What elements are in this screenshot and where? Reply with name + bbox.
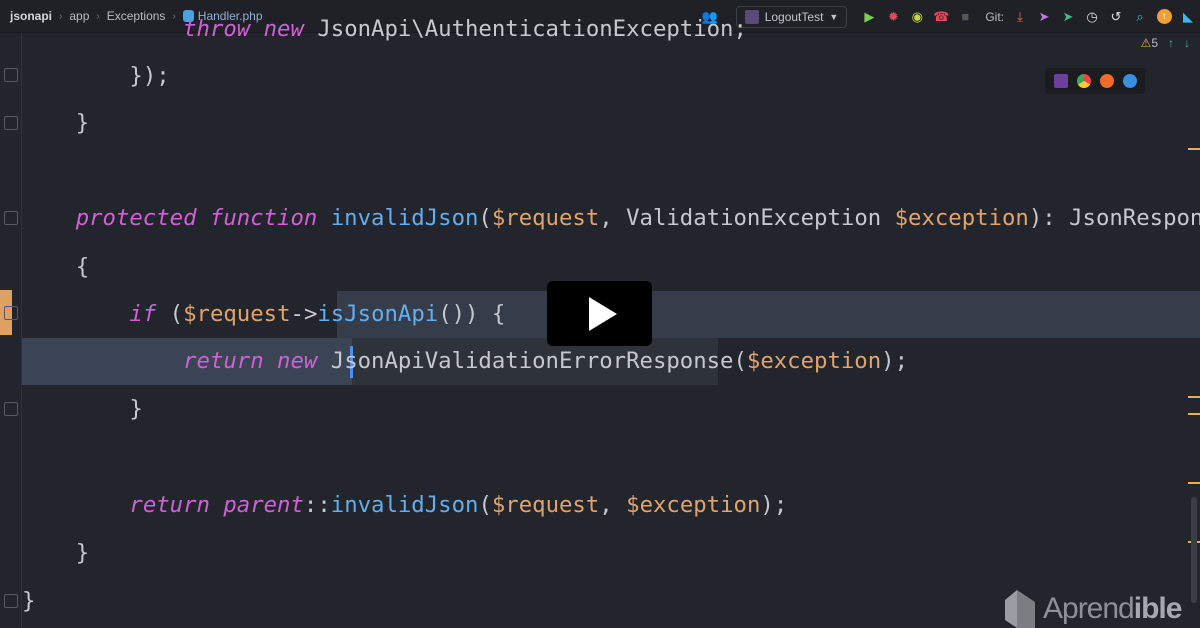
fold-icon[interactable]	[4, 402, 18, 416]
code-token: return new	[183, 348, 331, 374]
code-token: $exception	[894, 205, 1029, 231]
code-token: (	[478, 205, 492, 231]
plugin-icon[interactable]: ◣	[1176, 5, 1200, 29]
code-token: , ValidationException	[599, 205, 895, 231]
code-token: ): JsonResponse	[1028, 205, 1200, 231]
code-line[interactable]: }	[76, 538, 89, 568]
code-token: }	[75, 540, 90, 566]
code-token: }	[75, 110, 90, 136]
breadcrumb-exceptions[interactable]: Exceptions	[107, 9, 166, 23]
warning-icon: ⚠5	[1140, 36, 1158, 50]
code-line[interactable]: return new JsonApiValidationErrorRespons…	[183, 346, 908, 376]
history-icon[interactable]: ◷	[1080, 5, 1104, 29]
fold-icon[interactable]	[4, 594, 18, 608]
code-token: }	[22, 588, 36, 614]
code-token: );	[881, 348, 909, 374]
inspection-widget[interactable]: ⚠5 ↑ ↓	[1141, 36, 1190, 50]
code-token: {	[75, 254, 90, 280]
code-token: ,	[599, 492, 627, 518]
code-token: invalidJson	[330, 205, 479, 231]
code-line[interactable]: }	[22, 586, 35, 616]
logo-icon	[1005, 590, 1035, 628]
code-line[interactable]: if ($request->isJsonApi()) {	[129, 299, 505, 329]
breadcrumb-app[interactable]: app	[69, 9, 89, 23]
code-token: });	[129, 63, 170, 89]
safari-icon[interactable]	[1122, 74, 1137, 88]
play-video-button[interactable]	[547, 281, 652, 346]
code-token: throw new	[183, 16, 318, 42]
listen-debug-icon[interactable]: ☎	[929, 5, 953, 29]
fold-icon[interactable]	[4, 211, 18, 225]
code-token: invalidJson	[330, 492, 479, 518]
code-token: }	[129, 396, 143, 422]
git-update-icon[interactable]: ⤓	[1008, 5, 1032, 29]
code-token: );	[760, 492, 788, 518]
code-token: parent	[223, 492, 304, 518]
next-issue-icon[interactable]: ↓	[1184, 36, 1190, 50]
firefox-icon[interactable]	[1099, 74, 1114, 88]
code-token: return	[129, 492, 224, 518]
run-config-label: LogoutTest	[764, 9, 824, 24]
code-token: $request	[491, 492, 600, 518]
git-push-icon[interactable]: ➤	[1056, 5, 1080, 29]
code-line[interactable]: protected function invalidJson($request,…	[76, 203, 1200, 233]
chrome-icon[interactable]	[1076, 74, 1091, 88]
fold-icon[interactable]	[4, 306, 18, 320]
code-line[interactable]: }	[76, 108, 89, 138]
debug-icon[interactable]: ✹	[881, 5, 905, 29]
warning-count: 5	[1151, 36, 1158, 50]
code-token: isJsonApi	[317, 301, 439, 327]
code-token: (	[169, 301, 184, 327]
fold-icon[interactable]	[4, 68, 18, 82]
code-line[interactable]: throw new JsonApi\AuthenticationExceptio…	[183, 14, 747, 44]
code-token: JsonApiValidationErrorResponse(	[330, 348, 747, 374]
coverage-icon[interactable]: ◉	[905, 5, 929, 29]
code-token: ->	[290, 301, 318, 327]
code-token: protected function	[75, 205, 331, 231]
run-icon[interactable]: ▶	[857, 5, 881, 29]
code-token: JsonApi\AuthenticationException;	[317, 16, 747, 42]
code-line[interactable]: return parent::invalidJson($request, $ex…	[129, 490, 787, 520]
phpstorm-icon[interactable]	[1053, 74, 1068, 88]
run-config-select[interactable]: LogoutTest ▼	[735, 5, 848, 28]
code-line[interactable]: });	[129, 61, 169, 91]
fold-icon[interactable]	[4, 116, 18, 130]
stop-icon[interactable]: ■	[953, 5, 977, 29]
code-token: (	[478, 492, 492, 518]
git-commit-icon[interactable]: ➤	[1032, 5, 1056, 29]
code-token: if	[129, 301, 170, 327]
editor-gutter	[0, 33, 22, 628]
code-line[interactable]: }	[129, 394, 142, 424]
code-line[interactable]: {	[76, 252, 89, 282]
update-icon[interactable]: ↑	[1152, 5, 1176, 29]
code-token: ()) {	[438, 301, 506, 327]
play-icon	[588, 296, 617, 331]
rollback-icon[interactable]: ↺	[1104, 5, 1128, 29]
scrollbar[interactable]	[1191, 497, 1197, 603]
search-icon[interactable]: ⌕	[1128, 5, 1152, 29]
code-token: $exception	[626, 492, 761, 518]
browser-preview-bar	[1045, 68, 1145, 94]
code-token: ::	[303, 492, 331, 518]
code-token: $request	[183, 301, 291, 327]
breadcrumb-project[interactable]: jsonapi	[10, 9, 52, 23]
git-label: Git:	[985, 9, 1004, 24]
aprendible-logo: Aprendible	[1005, 590, 1182, 628]
previous-issue-icon[interactable]: ↑	[1168, 36, 1174, 50]
code-token: $request	[491, 205, 600, 231]
code-token: $exception	[746, 348, 882, 374]
